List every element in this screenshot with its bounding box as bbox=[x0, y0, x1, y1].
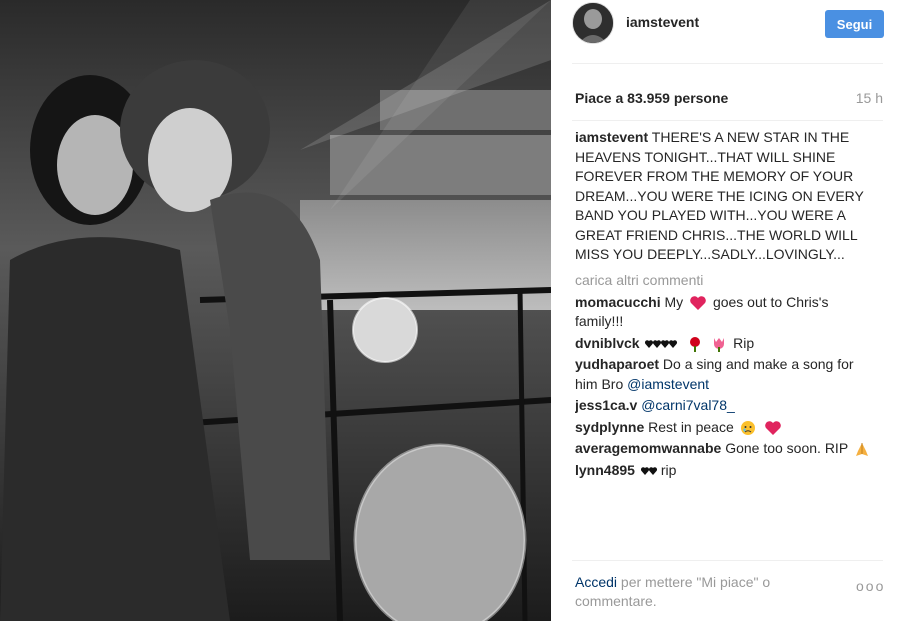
divider bbox=[572, 560, 883, 561]
likes-count[interactable]: Piace a 83.959 persone bbox=[575, 90, 728, 106]
comment: averagemomwannabe Gone too soon. RIP bbox=[575, 439, 875, 459]
caption-username[interactable]: iamstevent bbox=[575, 129, 648, 145]
post-photo bbox=[0, 0, 551, 621]
avatar[interactable] bbox=[572, 2, 614, 44]
comment-text: My bbox=[664, 293, 684, 310]
comment-username[interactable]: momacucchi bbox=[575, 294, 661, 310]
comment: momacucchi My goes out to Chris's family… bbox=[575, 293, 875, 332]
crying-face-emoji-icon bbox=[740, 420, 755, 435]
comment: jess1ca.v @carni7val78_ bbox=[575, 396, 875, 416]
comment: dvniblvck Rip bbox=[575, 334, 875, 354]
post-caption: iamstevent THERE'S A NEW STAR IN THE HEA… bbox=[575, 128, 875, 265]
comment-username[interactable]: lynn4895 bbox=[575, 462, 635, 478]
post-header: iamstevent Segui bbox=[551, 0, 897, 63]
login-prompt: Accedi per mettere "Mi piace" o commenta… bbox=[575, 573, 855, 611]
comment-text: Rip bbox=[733, 334, 755, 351]
more-options-icon[interactable]: ooo bbox=[856, 578, 885, 594]
mention-link[interactable]: @iamstevent bbox=[627, 376, 709, 392]
comment-text: rip bbox=[660, 461, 677, 478]
heart-emoji-icon bbox=[690, 295, 706, 310]
avatar-image bbox=[573, 3, 613, 43]
post-username[interactable]: iamstevent bbox=[626, 14, 699, 30]
post-timestamp[interactable]: 15 h bbox=[856, 90, 883, 106]
caption-text: THERE'S A NEW STAR IN THE HEAVENS TONIGH… bbox=[575, 129, 864, 262]
folded-hands-emoji-icon bbox=[855, 443, 868, 457]
concert-photo-illustration bbox=[0, 0, 551, 621]
comments-list: iamstevent THERE'S A NEW STAR IN THE HEA… bbox=[575, 128, 875, 551]
heart-emoji-icon bbox=[764, 420, 781, 435]
mention-link[interactable]: @carni7val78_ bbox=[641, 397, 735, 413]
tulip-emoji-icon bbox=[714, 337, 725, 352]
comment-username[interactable]: dvniblvck bbox=[575, 335, 640, 351]
black-hearts-emoji-icon bbox=[645, 339, 678, 348]
comment: sydplynne Rest in peace bbox=[575, 418, 875, 438]
divider bbox=[572, 63, 883, 64]
comment-text: Rest in peace bbox=[648, 418, 734, 435]
black-hearts-emoji-icon bbox=[640, 466, 657, 475]
comment-text: Gone too soon. RIP bbox=[725, 440, 848, 456]
instagram-post: iamstevent Segui Piace a 83.959 persone … bbox=[0, 0, 897, 621]
comment: yudhaparoet Do a sing and make a song fo… bbox=[575, 355, 875, 394]
post-sidebar: iamstevent Segui Piace a 83.959 persone … bbox=[551, 0, 897, 621]
comment-username[interactable]: averagemomwannabe bbox=[575, 440, 721, 456]
rose-emoji-icon bbox=[690, 336, 701, 352]
divider bbox=[572, 120, 883, 121]
follow-button[interactable]: Segui bbox=[825, 10, 884, 38]
login-link[interactable]: Accedi bbox=[575, 574, 617, 590]
comment: lynn4895 rip bbox=[575, 461, 875, 481]
load-more-comments-link[interactable]: carica altri commenti bbox=[575, 271, 875, 293]
comment-username[interactable]: jess1ca.v bbox=[575, 397, 637, 413]
comment-username[interactable]: sydplynne bbox=[575, 419, 644, 435]
comment-username[interactable]: yudhaparoet bbox=[575, 356, 659, 372]
